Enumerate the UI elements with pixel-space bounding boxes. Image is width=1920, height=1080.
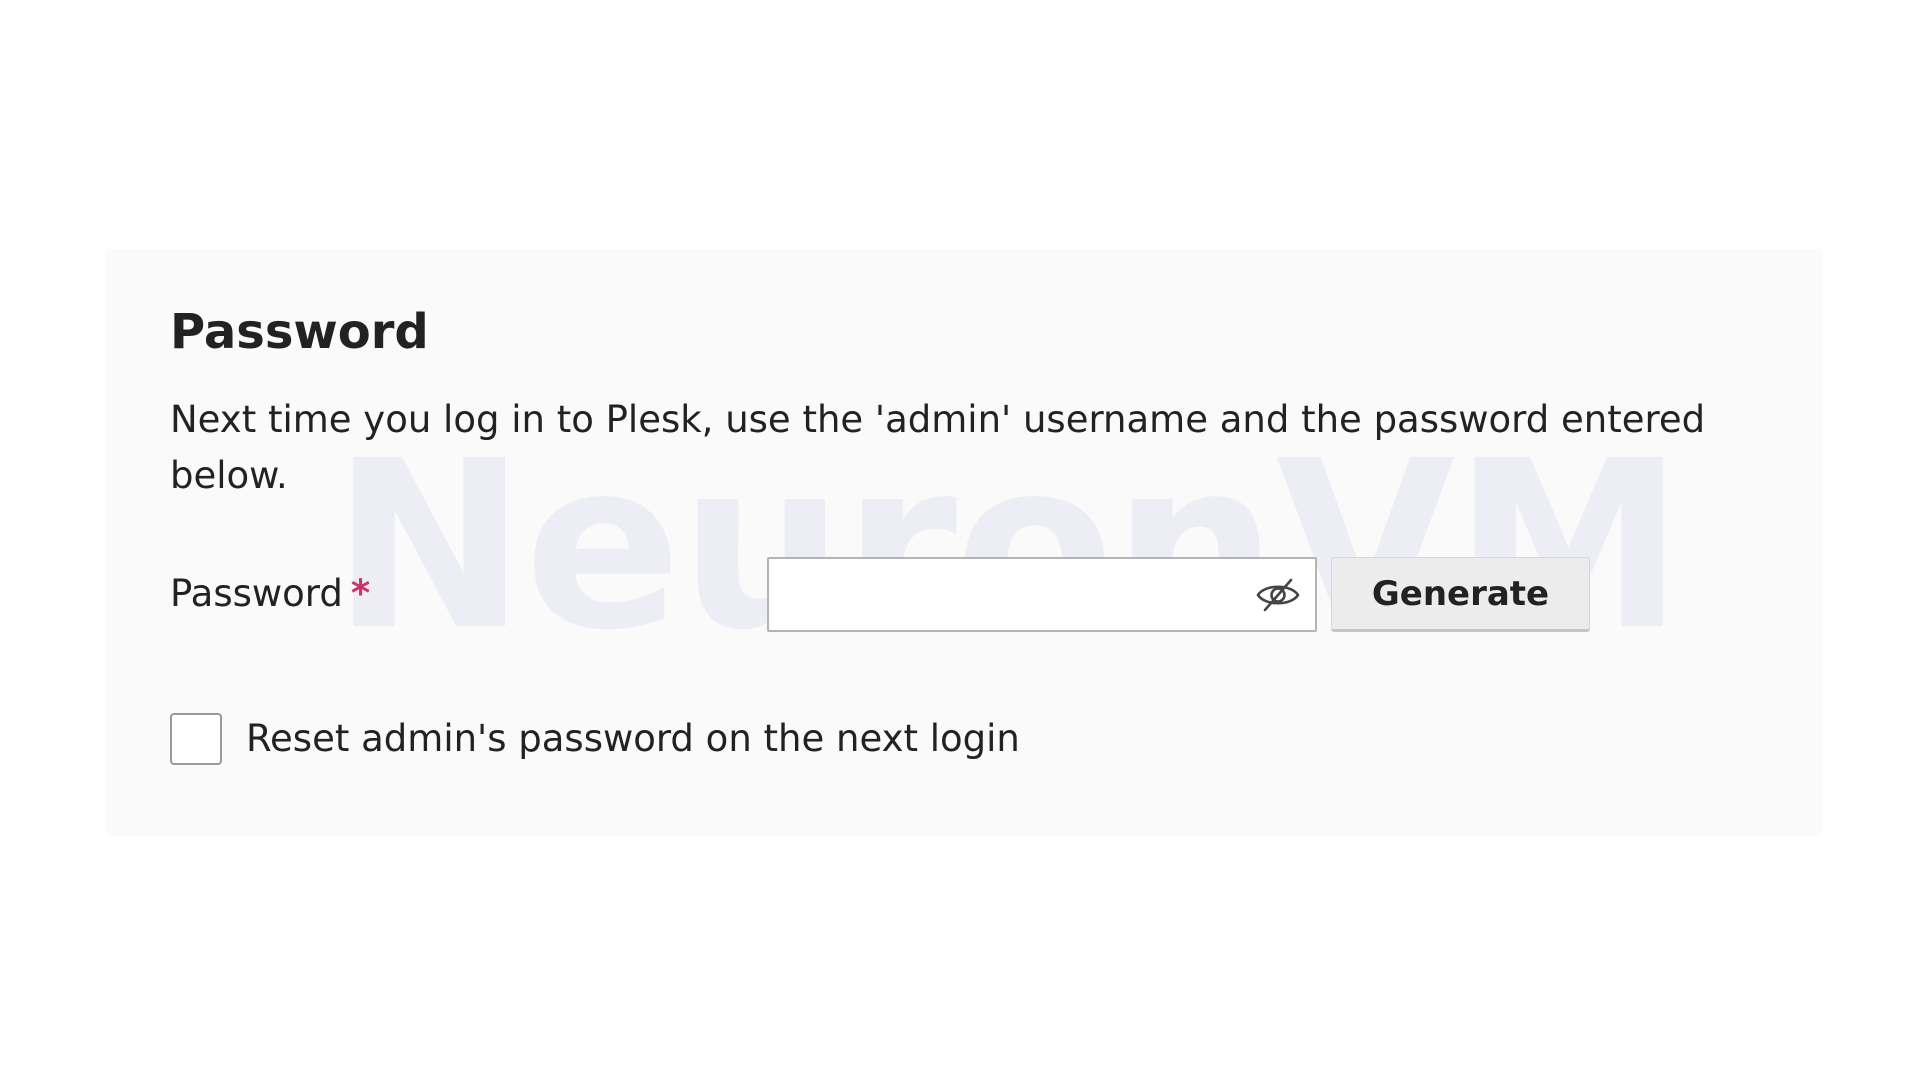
password-input[interactable] bbox=[769, 559, 1249, 630]
eye-slash-icon[interactable] bbox=[1255, 576, 1301, 614]
reset-password-checkbox[interactable] bbox=[170, 713, 222, 765]
reset-password-label[interactable]: Reset admin's password on the next login bbox=[246, 711, 1020, 767]
password-label-text: Password bbox=[170, 572, 343, 615]
password-field-label: Password * bbox=[170, 566, 370, 622]
generate-button[interactable]: Generate bbox=[1331, 557, 1590, 632]
section-title: Password bbox=[170, 304, 429, 360]
page: NeuronVM Password Next time you log in t… bbox=[0, 0, 1920, 1080]
password-field bbox=[767, 557, 1317, 632]
section-description: Next time you log in to Plesk, use the '… bbox=[170, 398, 1706, 497]
reset-password-option[interactable]: Reset admin's password on the next login bbox=[170, 711, 1020, 767]
required-asterisk: * bbox=[350, 572, 371, 615]
